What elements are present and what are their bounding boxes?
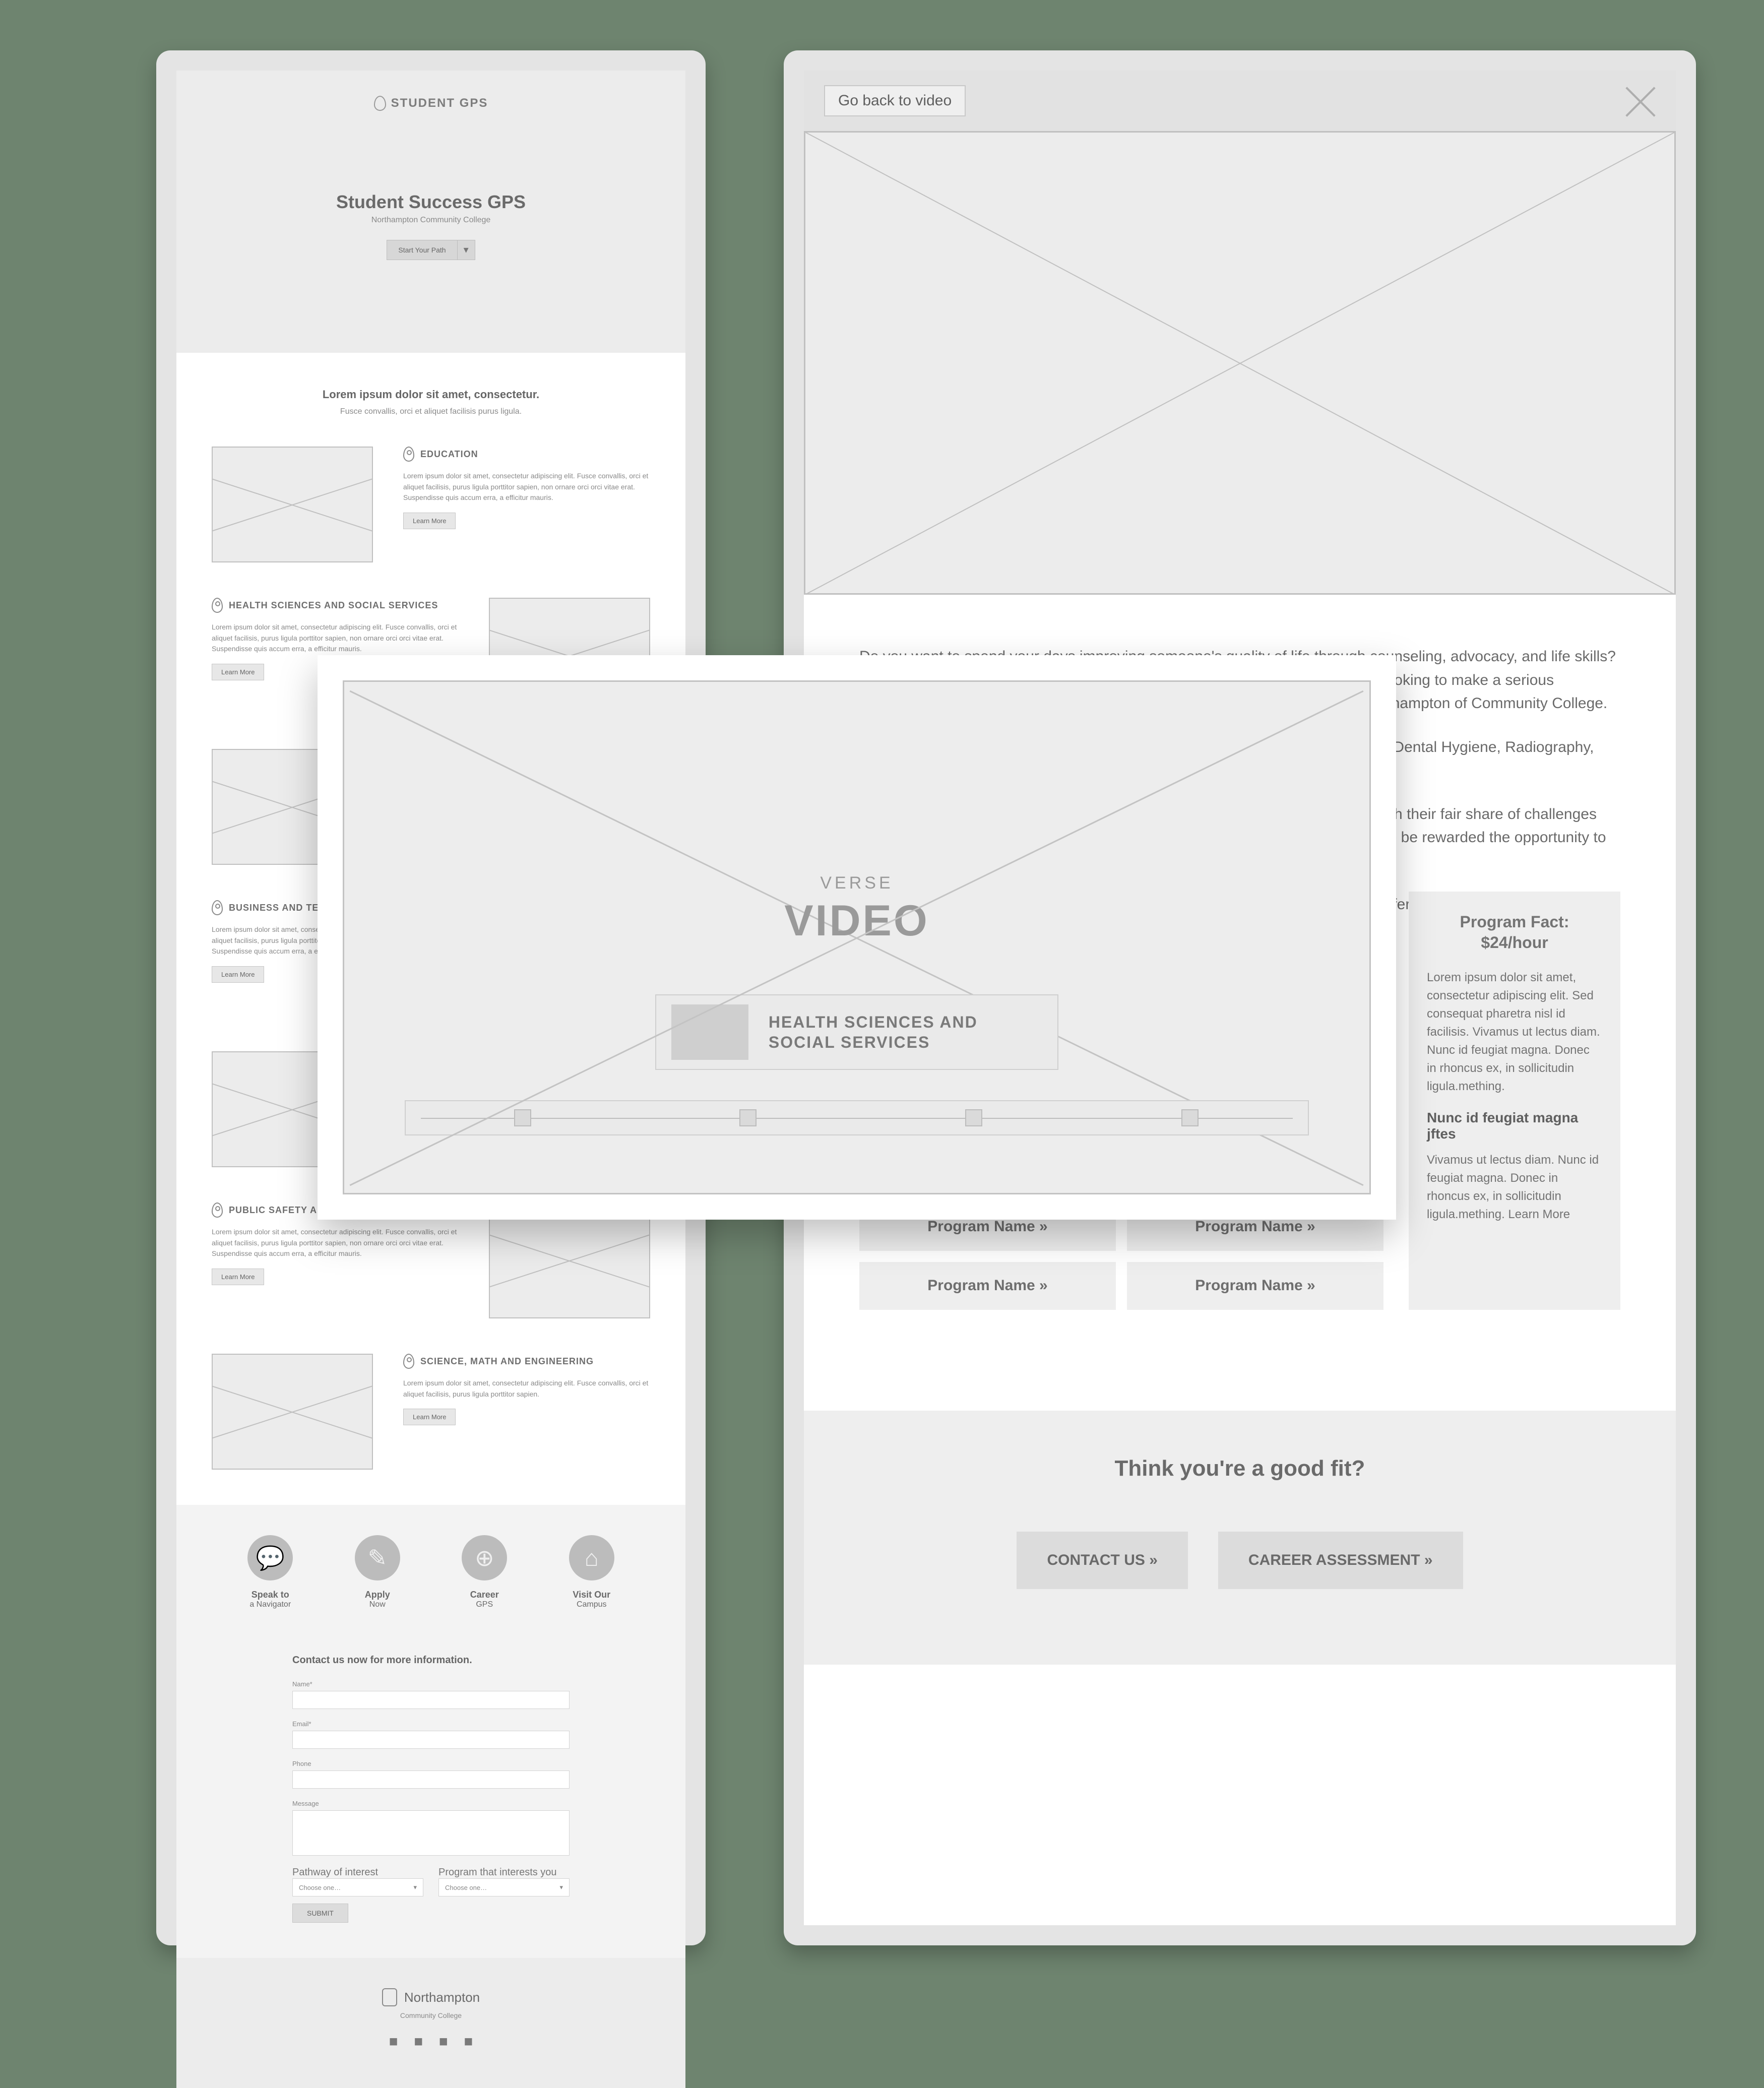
pathway-body: Lorem ipsum dolor sit amet, consectetur …	[212, 622, 459, 655]
pin-icon	[212, 1203, 223, 1218]
chapter-title: HEALTH SCIENCES AND SOCIAL SERVICES	[769, 1012, 1042, 1052]
fact-subheading: Nunc id feugiat magna jftes	[1427, 1110, 1602, 1142]
quick-action[interactable]: 💬 Speak to a Navigator	[247, 1535, 293, 1609]
twitter-icon[interactable]: ◼	[412, 2035, 424, 2047]
cta-heading: Think you're a good fit?	[804, 1456, 1676, 1481]
intro-heading: Lorem ipsum dolor sit amet, consectetur.	[237, 388, 625, 401]
footer-tag: Community College	[176, 2011, 685, 2019]
track-line	[421, 1118, 1293, 1119]
logo-text: STUDENT GPS	[391, 96, 488, 110]
pathway-body: Lorem ipsum dolor sit amet, consectetur …	[212, 1227, 459, 1259]
fact-paragraph: Lorem ipsum dolor sit amet, consectetur …	[1427, 969, 1602, 1096]
placeholder-image	[489, 1203, 650, 1318]
hero-title: Student Success GPS	[336, 192, 526, 213]
campus-icon: ⌂	[569, 1535, 614, 1580]
chevron-down-icon: ▾	[559, 1883, 563, 1891]
quick-action[interactable]: ✎ Apply Now	[355, 1535, 400, 1609]
submit-button[interactable]: SUBMIT	[292, 1904, 348, 1923]
instagram-icon[interactable]: ◼	[437, 2035, 450, 2047]
message-field[interactable]	[292, 1810, 570, 1856]
learn-more-button[interactable]: Learn More	[212, 966, 264, 983]
video-placeholder[interactable]: VERSE VIDEO HEALTH SCIENCES AND SOCIAL S…	[343, 680, 1371, 1194]
quick-actions-strip: 💬 Speak to a Navigator ✎ Apply Now ⊕ Car…	[176, 1505, 685, 1629]
apply-icon: ✎	[355, 1535, 400, 1580]
pin-icon	[403, 447, 414, 462]
pin-icon	[212, 900, 223, 915]
form-heading: Contact us now for more information.	[292, 1655, 570, 1666]
pin-icon	[403, 1354, 414, 1369]
name-field[interactable]	[292, 1691, 570, 1709]
learn-more-button[interactable]: Learn More	[403, 1409, 456, 1425]
gps-icon: ⊕	[462, 1535, 507, 1580]
pathway-row: PUBLIC SAFETY AND SERVICES Lorem ipsum d…	[212, 1203, 650, 1318]
modal-topbar: Go back to video	[804, 71, 1676, 131]
chapter-marker[interactable]	[1181, 1109, 1199, 1126]
footer-name: Northampton	[404, 1990, 480, 2005]
hero-placeholder-image	[804, 131, 1676, 595]
video-title: VIDEO	[344, 896, 1369, 946]
video-kicker: VERSE	[344, 873, 1369, 893]
close-icon[interactable]	[1620, 81, 1661, 121]
fact-title-1: Program Fact:	[1460, 913, 1569, 931]
career-assessment-button[interactable]: CAREER ASSESSMENT »	[1218, 1532, 1463, 1589]
fact-paragraph: Vivamus ut lectus diam. Nunc id feugiat …	[1427, 1151, 1602, 1224]
program-link[interactable]: Program Name »	[1127, 1262, 1383, 1310]
contact-us-button[interactable]: CONTACT US »	[1017, 1532, 1187, 1589]
fact-title-2: $24/hour	[1481, 933, 1548, 952]
logo-pin-icon	[374, 96, 386, 111]
chapter-marker[interactable]	[739, 1109, 757, 1126]
pathway-title: SCIENCE, MATH AND ENGINEERING	[420, 1356, 594, 1367]
hero-cta-button[interactable]: Start Your Path ▾	[387, 240, 475, 260]
chapter-marker[interactable]	[514, 1109, 531, 1126]
quick-action[interactable]: ⌂ Visit Our Campus	[569, 1535, 614, 1609]
video-label: VERSE VIDEO	[344, 873, 1369, 946]
email-field[interactable]	[292, 1731, 570, 1749]
learn-more-button[interactable]: Learn More	[212, 1269, 264, 1285]
footer-logo-icon	[382, 1988, 397, 2006]
logo: STUDENT GPS	[374, 96, 488, 111]
facebook-icon[interactable]: ◼	[388, 2035, 400, 2047]
pathway-body: Lorem ipsum dolor sit amet, consectetur …	[403, 471, 650, 503]
quick-action[interactable]: ⊕ Career GPS	[462, 1535, 507, 1609]
good-fit-cta: Think you're a good fit? CONTACT US » CA…	[804, 1411, 1676, 1665]
pathway-row: SCIENCE, MATH AND ENGINEERING Lorem ipsu…	[212, 1354, 650, 1470]
pathway-body: Lorem ipsum dolor sit amet, consectetur …	[403, 1378, 650, 1400]
chat-icon: 💬	[247, 1535, 293, 1580]
intro-sub: Fusce convallis, orci et aliquet facilis…	[237, 407, 625, 416]
learn-more-button[interactable]: Learn More	[212, 664, 264, 680]
chevron-down-icon: ▾	[413, 1883, 417, 1891]
intro-block: Lorem ipsum dolor sit amet, consectetur.…	[176, 353, 685, 447]
program-fact-card: Program Fact: $24/hour Lorem ipsum dolor…	[1409, 892, 1620, 1310]
placeholder-image	[212, 1354, 373, 1470]
pathway-select[interactable]: Choose one…▾	[292, 1878, 423, 1896]
program-link[interactable]: Program Name »	[859, 1262, 1116, 1310]
video-overlay-card: VERSE VIDEO HEALTH SCIENCES AND SOCIAL S…	[318, 655, 1396, 1220]
chapter-marker[interactable]	[965, 1109, 982, 1126]
program-select[interactable]: Choose one…▾	[438, 1878, 570, 1896]
pin-icon	[212, 598, 223, 613]
youtube-icon[interactable]: ◼	[462, 2035, 474, 2047]
contact-form: Contact us now for more information. Nam…	[176, 1629, 685, 1958]
pathway-title: EDUCATION	[420, 449, 478, 460]
pathway-row: EDUCATION Lorem ipsum dolor sit amet, co…	[212, 447, 650, 562]
hero-cta-label: Start Your Path	[387, 240, 457, 260]
pathway-title: HEALTH SCIENCES AND SOCIAL SERVICES	[229, 600, 438, 611]
learn-more-button[interactable]: Learn More	[403, 513, 456, 529]
chevron-down-icon: ▾	[458, 240, 475, 260]
hero-subtitle: Northampton Community College	[371, 216, 491, 225]
footer: Northampton Community College ◼ ◼ ◼ ◼	[176, 1958, 685, 2088]
chapter-thumb-icon	[671, 1004, 748, 1060]
phone-field[interactable]	[292, 1770, 570, 1789]
hero: STUDENT GPS Student Success GPS Northamp…	[176, 71, 685, 353]
video-chapter-chip[interactable]: HEALTH SCIENCES AND SOCIAL SERVICES	[655, 994, 1058, 1070]
social-icons: ◼ ◼ ◼ ◼	[176, 2035, 685, 2048]
placeholder-image	[212, 447, 373, 562]
back-to-video-button[interactable]: Go back to video	[824, 85, 966, 116]
video-progress-track[interactable]	[405, 1100, 1309, 1135]
